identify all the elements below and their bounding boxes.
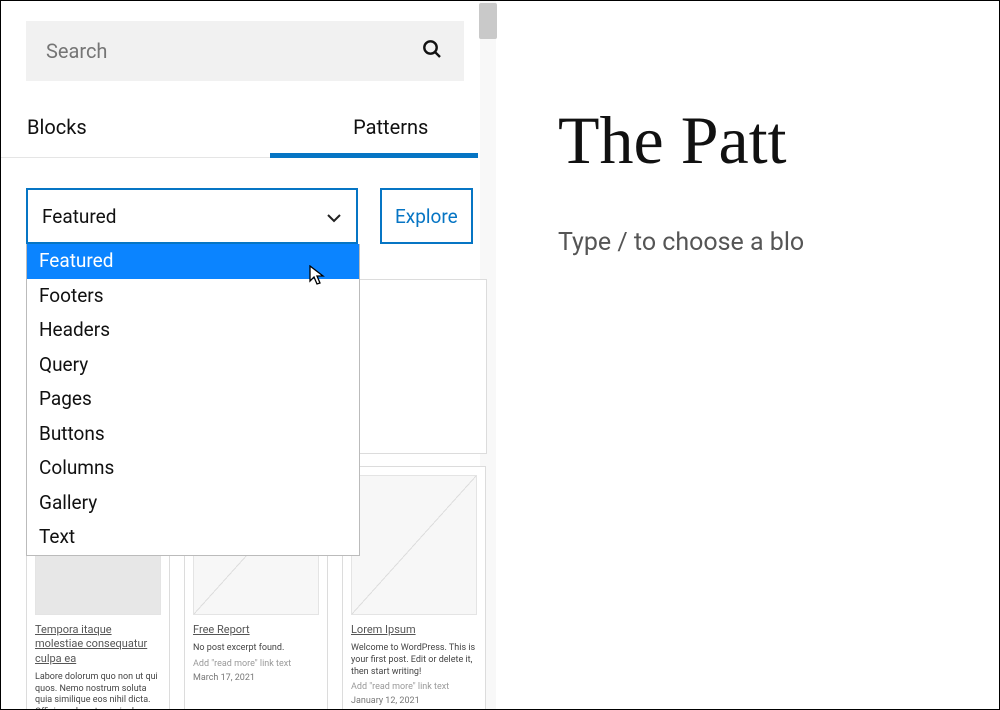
card-readmore: Add "read more" link text xyxy=(193,659,319,669)
option-headers[interactable]: Headers xyxy=(27,313,359,348)
card-date: March 17, 2021 xyxy=(193,673,319,683)
search-icon xyxy=(420,37,444,66)
chevron-down-icon xyxy=(326,208,342,224)
card-title: Free Report xyxy=(193,623,319,637)
option-gallery[interactable]: Gallery xyxy=(27,486,359,521)
scrollbar-thumb[interactable] xyxy=(479,3,497,39)
option-columns[interactable]: Columns xyxy=(27,451,359,486)
panel-inner: Blocks Patterns Featured Featured Footer… xyxy=(1,1,498,244)
category-select-button[interactable]: Featured xyxy=(26,188,358,244)
pattern-controls: Featured Featured Footers Headers Query … xyxy=(26,188,473,244)
card-body: No post excerpt found. xyxy=(193,643,319,655)
card-title: Tempora itaque molestiae consequatur cul… xyxy=(35,623,161,666)
search-input[interactable] xyxy=(46,39,420,63)
category-select[interactable]: Featured Featured Footers Headers Query … xyxy=(26,188,358,244)
explore-button[interactable]: Explore xyxy=(380,188,473,244)
editor-canvas[interactable]: The Patt Type / to choose a blo xyxy=(518,1,999,709)
option-buttons[interactable]: Buttons xyxy=(27,417,359,452)
placeholder-image xyxy=(351,475,477,615)
inserter-tabs: Blocks Patterns xyxy=(1,99,498,158)
tab-patterns[interactable]: Patterns xyxy=(270,99,499,157)
page-title[interactable]: The Patt xyxy=(558,101,999,180)
card-title: Lorem Ipsum xyxy=(351,623,477,637)
option-query[interactable]: Query xyxy=(27,348,359,383)
option-footers[interactable]: Footers xyxy=(27,279,359,314)
option-featured[interactable]: Featured xyxy=(27,244,359,279)
card-date: January 12, 2021 xyxy=(351,696,477,706)
block-placeholder[interactable]: Type / to choose a blo xyxy=(558,228,999,257)
category-select-value: Featured xyxy=(42,205,116,228)
card-body: Welcome to WordPress. This is your first… xyxy=(351,643,477,678)
card-readmore: Add "read more" link text xyxy=(351,682,477,692)
pattern-card[interactable]: Lorem Ipsum Welcome to WordPress. This i… xyxy=(342,466,486,709)
option-text[interactable]: Text xyxy=(27,520,359,555)
inserter-panel: Blocks Patterns Featured Featured Footer… xyxy=(1,1,498,709)
option-pages[interactable]: Pages xyxy=(27,382,359,417)
card-body: Labore dolorum quo non ut qui quos. Nemo… xyxy=(35,672,161,709)
category-dropdown[interactable]: Featured Footers Headers Query Pages But… xyxy=(26,244,360,556)
search-box[interactable] xyxy=(26,21,464,81)
tab-blocks[interactable]: Blocks xyxy=(1,99,270,157)
